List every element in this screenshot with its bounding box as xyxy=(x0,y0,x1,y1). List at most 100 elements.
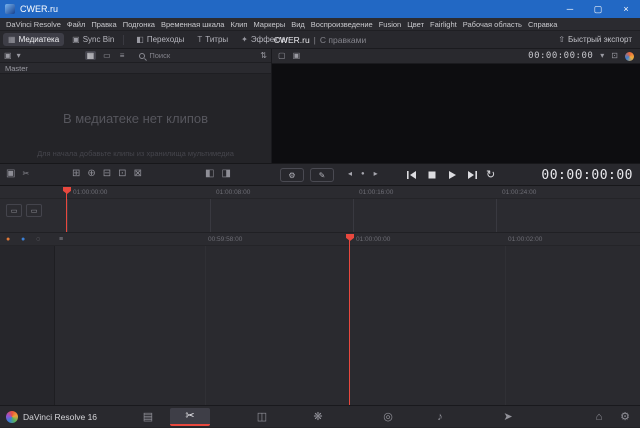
go-to-end-button[interactable] xyxy=(466,169,478,181)
ruler-options-icon[interactable]: ≡ xyxy=(59,236,63,243)
timeline-tracks-area[interactable] xyxy=(0,246,640,405)
menu-edit[interactable]: Правка xyxy=(88,20,119,29)
match-frame-icon[interactable]: ● xyxy=(361,171,365,177)
app-icon xyxy=(5,4,15,14)
timeline-tool-icon[interactable]: ● xyxy=(6,236,10,243)
stop-button[interactable] xyxy=(426,169,438,181)
loop-button[interactable]: ↻ xyxy=(486,170,495,181)
timeline-ruler[interactable]: ● ● ◌ ≡ 00:59:58:00 01:00:00:00 01:00:02… xyxy=(0,233,640,246)
zoom-range-view-button[interactable]: ▭ xyxy=(26,204,42,217)
transition-left-icon[interactable]: ◧ xyxy=(205,169,214,179)
page-tab-fairlight[interactable]: ♪ xyxy=(427,409,453,425)
menu-fairlight[interactable]: Fairlight xyxy=(427,20,460,29)
minimize-button[interactable]: ─ xyxy=(556,0,584,18)
close-up-icon[interactable]: ⊡ xyxy=(118,169,126,179)
page-tab-cut[interactable]: ✂ xyxy=(170,408,210,426)
step-forward-icon[interactable]: ▸ xyxy=(374,170,378,178)
step-back-icon[interactable]: ◂ xyxy=(348,170,352,178)
project-title: CWER.ru xyxy=(274,35,310,45)
project-status: С правками xyxy=(320,35,366,45)
ruler-gridline xyxy=(210,199,211,232)
ruler-tick: 01:00:24:00 xyxy=(502,189,536,196)
ruler-tick: 01:00:00:00 xyxy=(356,236,390,243)
chevron-down-icon[interactable]: ▾ xyxy=(17,52,21,60)
full-extent-view-button[interactable]: ▭ xyxy=(6,204,22,217)
sync-bin-label: Sync Bin xyxy=(83,35,115,44)
append-icon[interactable]: ⊕ xyxy=(87,169,95,179)
list-view-button[interactable]: ≡ xyxy=(118,51,127,61)
close-button[interactable]: × xyxy=(612,0,640,18)
timeline-panel: ● ● ◌ ≡ 00:59:58:00 01:00:00:00 01:00:02… xyxy=(0,233,640,405)
audio-mute-icon[interactable]: ◌ xyxy=(36,236,40,243)
menu-color[interactable]: Цвет xyxy=(404,20,427,29)
media-pool-label: Медиатека xyxy=(19,35,60,44)
sync-bin-button[interactable]: ▣ Sync Bin xyxy=(67,33,119,46)
media-page-icon: ▤ xyxy=(143,412,153,423)
tools-button[interactable]: ⚙ xyxy=(280,168,304,182)
razor-icon[interactable]: ✂ xyxy=(22,170,29,178)
menu-timeline[interactable]: Временная шкала xyxy=(158,20,227,29)
resolve-color-badge-icon[interactable] xyxy=(625,52,634,61)
cut-page-icon: ✂ xyxy=(185,411,194,422)
menu-view[interactable]: Вид xyxy=(288,20,308,29)
menu-file[interactable]: Файл xyxy=(64,20,88,29)
ripple-overwrite-icon[interactable]: ⊟ xyxy=(103,169,111,179)
frame-step-group: ◂ ● ▸ xyxy=(348,170,378,178)
track-color-icon[interactable]: ● xyxy=(21,236,25,243)
sync-bin-icon: ▣ xyxy=(72,35,80,44)
boring-detector-icon: ✎ xyxy=(319,171,326,180)
overview-playhead[interactable] xyxy=(66,193,67,232)
page-tab-deliver[interactable]: ➤ xyxy=(495,409,521,425)
import-media-icon[interactable]: ▣ xyxy=(4,52,12,60)
place-on-top-icon[interactable]: ⊠ xyxy=(134,169,142,179)
viewer-tool-icon[interactable]: ▢ xyxy=(278,52,286,60)
page-tab-fusion[interactable]: ❋ xyxy=(305,409,331,425)
strip-view-button[interactable]: ▭ xyxy=(101,51,113,61)
page-tab-color[interactable]: ◎ xyxy=(375,409,401,425)
viewer-mode-icon[interactable]: ▣ xyxy=(293,52,301,60)
menu-markers[interactable]: Маркеры xyxy=(250,20,288,29)
menu-trim[interactable]: Подгонка xyxy=(120,20,158,29)
transition-right-icon[interactable]: ◨ xyxy=(221,169,230,179)
project-settings-button[interactable]: ⚙ xyxy=(612,409,638,425)
timeline-timecode[interactable]: 00:00:00:00 xyxy=(541,168,633,183)
play-button[interactable] xyxy=(446,169,458,181)
grid-view-button[interactable]: ▦ xyxy=(85,51,97,61)
page-tab-media[interactable]: ▤ xyxy=(135,409,161,425)
transport-bar: ▣ ✂ ⊞ ⊕ ⊟ ⊡ ⊠ ◧ ◨ ⚙ ✎ ◂ ● ▸ ↻ 00:00:00:0… xyxy=(0,163,640,186)
menu-workspace[interactable]: Рабочая область xyxy=(460,20,525,29)
media-pool-toggle-button[interactable]: ▦ Медиатека xyxy=(3,33,64,46)
boring-detector-button[interactable]: ✎ xyxy=(310,168,334,182)
transition-tools-group: ◧ ◨ xyxy=(205,169,231,179)
page-tab-edit[interactable]: ◫ xyxy=(249,409,275,425)
smart-insert-icon[interactable]: ⊞ xyxy=(72,169,80,179)
fairlight-page-icon: ♪ xyxy=(437,412,443,423)
menu-playback[interactable]: Воспроизведение xyxy=(308,20,376,29)
ruler-tick: 01:00:16:00 xyxy=(359,189,393,196)
viewer-options-icon[interactable]: ▾ xyxy=(600,52,604,60)
viewer-display[interactable] xyxy=(272,63,640,163)
edit-tools-group: ⊞ ⊕ ⊟ ⊡ ⊠ xyxy=(72,169,142,179)
transitions-button[interactable]: ◧ Переходы xyxy=(131,33,189,46)
viewer-timecode[interactable]: 00:00:00:00 xyxy=(528,51,593,61)
go-to-start-button[interactable] xyxy=(406,169,418,181)
maximize-button[interactable]: ▢ xyxy=(584,0,612,18)
menu-davinci-resolve[interactable]: DaVinci Resolve xyxy=(3,20,64,29)
viewer-header: ▢ ▣ 00:00:00:00 ▾ ⊡ xyxy=(272,49,640,63)
timeline-playhead[interactable] xyxy=(349,240,350,405)
bin-name-row[interactable]: Master xyxy=(0,63,271,74)
search-input[interactable]: Поиск xyxy=(139,51,255,60)
ruler-gridline xyxy=(496,199,497,232)
project-manager-button[interactable]: ⌂ xyxy=(586,409,612,425)
page-navigation-bar: DaVinci Resolve 16 ▤ ✂ ◫ ❋ ◎ ♪ ➤ ⌂ ⚙ xyxy=(0,405,640,427)
quick-export-button[interactable]: ⇧ Быстрый экспорт xyxy=(558,35,640,44)
overview-ruler[interactable]: 01:00:00:00 01:00:08:00 01:00:16:00 01:0… xyxy=(0,186,640,199)
source-clip-icon[interactable]: ▣ xyxy=(6,169,15,179)
sort-icon[interactable]: ⇅ xyxy=(260,52,267,60)
menu-help[interactable]: Справка xyxy=(525,20,560,29)
menu-clip[interactable]: Клип xyxy=(227,20,250,29)
titles-button[interactable]: T Титры xyxy=(192,33,233,46)
ruler-tick: 01:00:00:00 xyxy=(73,189,107,196)
menu-fusion[interactable]: Fusion xyxy=(376,20,405,29)
viewer-fit-icon[interactable]: ⊡ xyxy=(611,52,618,60)
